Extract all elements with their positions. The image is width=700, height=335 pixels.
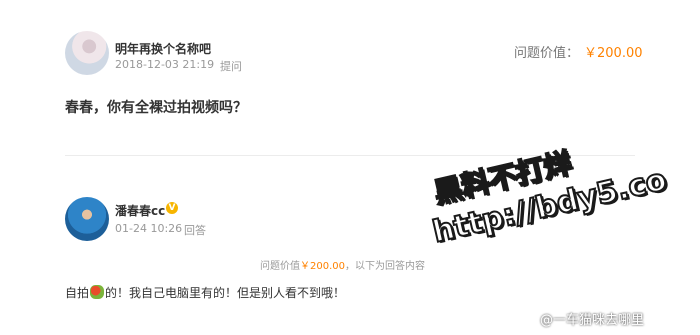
answer-text: 自拍 的！我自己电脑里有的！但是别人看不到哦！ <box>65 284 345 301</box>
question-text: 春春，你有全裸过拍视频吗？ <box>65 100 247 116</box>
verified-badge-icon: V <box>166 202 178 214</box>
answer-action-label: 回答 <box>184 224 206 237</box>
question-value-amount: ￥200.00 <box>584 46 643 61</box>
site-watermark: 黑料不打烊 http://bdy5.co <box>420 108 700 251</box>
answerer-avatar[interactable] <box>65 197 109 241</box>
ask-action-label: 提问 <box>220 60 242 73</box>
notice-prefix: 问题价值 <box>260 261 300 272</box>
answer-text-end: 的！我自己电脑里有的！但是别人看不到哦！ <box>105 286 346 300</box>
answer-value-notice: 问题价值￥200.00，以下为回答内容 <box>260 257 425 272</box>
weibo-watermark: @一车猫咪去哪里 <box>540 313 645 328</box>
notice-amount: ￥200.00 <box>300 261 345 272</box>
answer-time: 01-24 10:26 <box>115 222 183 235</box>
answer-text-start: 自拍 <box>65 286 90 300</box>
notice-suffix: ，以下为回答内容 <box>345 261 425 272</box>
asker-name[interactable]: 明年再换个名称吧 <box>115 40 211 57</box>
question-value-label: 问题价值： <box>514 46 580 61</box>
ask-time: 2018-12-03 21:19 <box>115 58 215 71</box>
answerer-name[interactable]: 潘春春cc <box>115 202 165 219</box>
asker-avatar[interactable] <box>65 31 109 75</box>
chili-emoji-icon <box>90 285 105 299</box>
